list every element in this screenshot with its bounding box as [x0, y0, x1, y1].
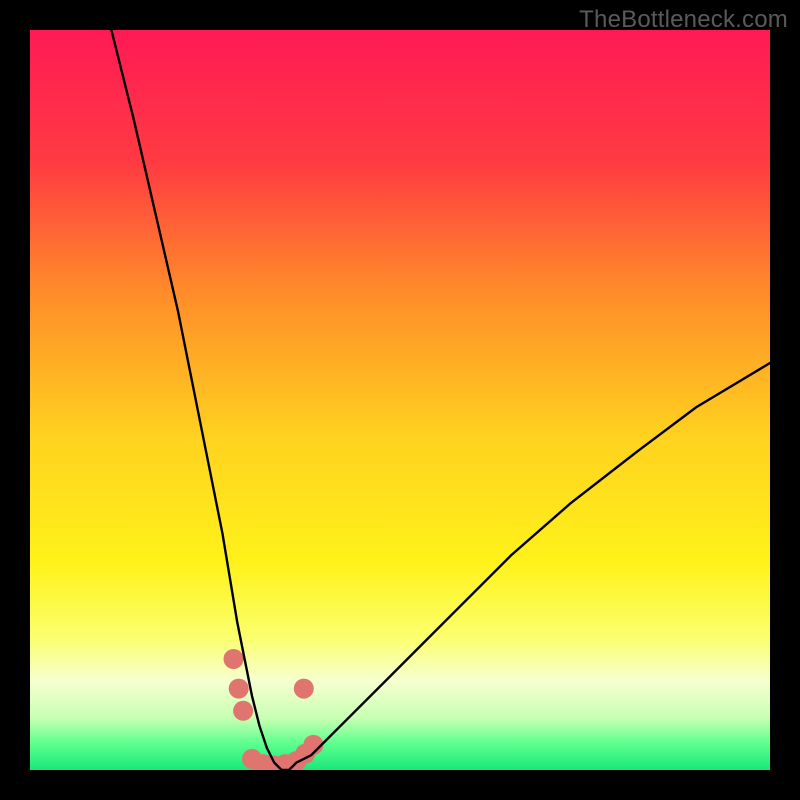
highlight-dot [229, 679, 249, 699]
highlight-dot [294, 679, 314, 699]
curve-layer [30, 30, 770, 770]
highlight-dots-group [224, 649, 324, 770]
chart-frame: TheBottleneck.com [0, 0, 800, 800]
highlight-dot [233, 701, 253, 721]
bottleneck-curve [111, 30, 770, 770]
watermark-label: TheBottleneck.com [579, 6, 788, 34]
highlight-dot [224, 649, 244, 669]
plot-area [30, 30, 770, 770]
